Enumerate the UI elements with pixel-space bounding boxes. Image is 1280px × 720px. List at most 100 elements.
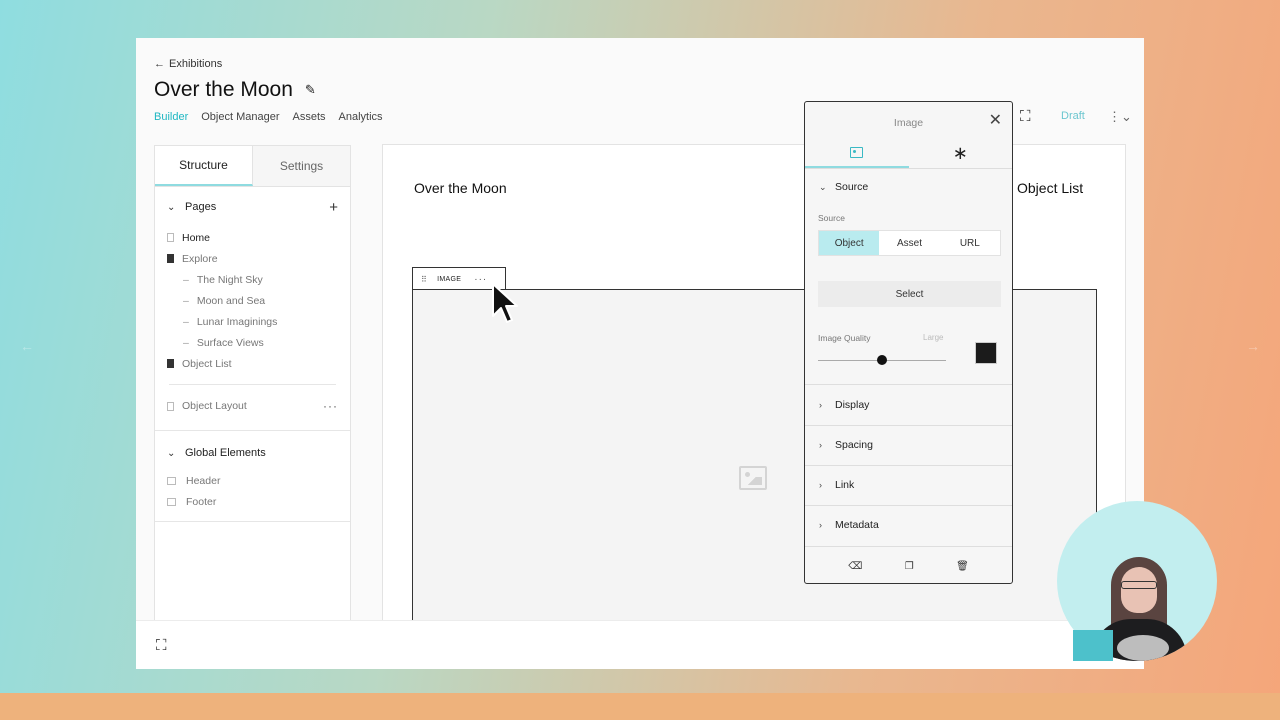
tab-structure[interactable]: Structure bbox=[155, 146, 253, 186]
source-section-header[interactable]: ⌄ Source bbox=[805, 181, 1012, 193]
status-badge[interactable]: Draft bbox=[1061, 110, 1085, 122]
global-label: Global Elements bbox=[185, 447, 266, 459]
header-template-icon bbox=[167, 476, 176, 485]
arrow-left-icon: ← bbox=[154, 58, 165, 70]
fullscreen-icon[interactable]: ⛶ bbox=[1020, 108, 1031, 125]
title-text: Over the Moon bbox=[154, 78, 293, 101]
tab-analytics[interactable]: Analytics bbox=[339, 111, 383, 123]
spacing-section-header[interactable]: › Spacing bbox=[805, 439, 1012, 451]
add-page-icon[interactable]: + bbox=[329, 199, 338, 216]
asterisk-icon: ∗ bbox=[952, 143, 968, 163]
global-item-header[interactable]: Header bbox=[155, 470, 350, 491]
top-tabs: Builder Object Manager Assets Analytics bbox=[154, 111, 383, 123]
chevron-down-icon: ⌄ bbox=[819, 181, 827, 192]
layout-icon bbox=[167, 401, 174, 411]
duplicate-icon[interactable]: ❐ bbox=[905, 561, 914, 572]
image-settings-panel: Image ✕ ∗ ⌄ Source Source Object Asset U… bbox=[804, 101, 1013, 584]
display-section-header[interactable]: › Display bbox=[805, 399, 1012, 411]
page-title: Over the Moon ✎ bbox=[154, 78, 316, 102]
page-label: Home bbox=[182, 231, 211, 244]
close-icon[interactable]: ✕ bbox=[989, 110, 1002, 130]
metadata-section-header[interactable]: › Metadata bbox=[805, 519, 1012, 531]
page-item-moon-and-sea[interactable]: – Moon and Sea bbox=[155, 290, 350, 311]
section-label: Metadata bbox=[835, 519, 879, 531]
panel-tabs: Structure Settings bbox=[155, 146, 350, 187]
chevron-right-icon: › bbox=[819, 520, 822, 530]
pencil-icon[interactable]: ✎ bbox=[305, 82, 316, 98]
back-link[interactable]: ← Exhibitions bbox=[154, 58, 222, 70]
divider bbox=[169, 384, 336, 385]
section-label: Source bbox=[835, 181, 869, 193]
canvas-nav-link[interactable]: Object List bbox=[1017, 180, 1083, 196]
global-elements-header[interactable]: ⌄ Global Elements bbox=[155, 443, 350, 463]
tab-assets[interactable]: Assets bbox=[293, 111, 326, 123]
chevron-right-icon: › bbox=[819, 400, 822, 410]
subpage-dash: – bbox=[183, 315, 189, 328]
decorative-tile bbox=[1073, 630, 1113, 661]
image-quality-label: Image Quality bbox=[818, 333, 871, 343]
pages-section-header[interactable]: ⌄ Pages + bbox=[155, 197, 350, 217]
trash-icon[interactable]: 🗑 bbox=[956, 561, 969, 572]
panel-actions: ⌫ ❐ 🗑 bbox=[805, 547, 1012, 585]
object-layout-item[interactable]: Object Layout ··· bbox=[155, 395, 350, 417]
page-icon bbox=[167, 233, 174, 242]
source-option-asset[interactable]: Asset bbox=[879, 231, 939, 255]
divider bbox=[805, 384, 1012, 385]
fullscreen-icon[interactable]: ⛶ bbox=[156, 637, 167, 654]
subpage-dash: – bbox=[183, 294, 189, 307]
layout-label: Object Layout bbox=[182, 400, 247, 412]
page-item-surface-views[interactable]: – Surface Views bbox=[155, 332, 350, 353]
panel-tabs: ∗ bbox=[805, 138, 1012, 169]
color-swatch[interactable] bbox=[975, 342, 997, 364]
source-selector: Object Asset URL bbox=[818, 230, 1001, 256]
eraser-icon[interactable]: ⌫ bbox=[848, 561, 862, 572]
page-label: Lunar Imaginings bbox=[196, 315, 278, 328]
tab-content[interactable] bbox=[805, 138, 909, 168]
divider bbox=[805, 505, 1012, 506]
prev-slide-icon: ← bbox=[20, 338, 34, 354]
source-option-object[interactable]: Object bbox=[819, 231, 880, 255]
page-item-object-list[interactable]: Object List bbox=[155, 353, 350, 374]
global-item-label: Header bbox=[186, 474, 221, 487]
page-item-lunar-imaginings[interactable]: – Lunar Imaginings bbox=[155, 311, 350, 332]
bottom-toolbar: ⛶ bbox=[136, 620, 1144, 669]
footer-template-icon bbox=[167, 497, 176, 506]
page-item-the-night-sky[interactable]: – The Night Sky bbox=[155, 269, 350, 290]
drag-handle-icon[interactable]: ⠿ bbox=[421, 275, 427, 284]
slider-handle[interactable] bbox=[877, 355, 887, 365]
page-label: The Night Sky bbox=[196, 273, 263, 286]
page-item-home[interactable]: Home bbox=[155, 227, 350, 248]
tab-style[interactable]: ∗ bbox=[909, 138, 1013, 168]
divider bbox=[155, 521, 350, 522]
subpage-dash: – bbox=[183, 273, 189, 286]
image-placeholder-icon bbox=[739, 466, 767, 490]
page-label: Object List bbox=[182, 357, 232, 370]
back-link-label: Exhibitions bbox=[169, 58, 223, 70]
divider bbox=[805, 465, 1012, 466]
select-button[interactable]: Select bbox=[818, 281, 1001, 307]
image-icon bbox=[850, 146, 864, 158]
microphone-icon bbox=[1117, 635, 1169, 661]
image-quality-value: Large bbox=[923, 333, 944, 342]
section-label: Link bbox=[835, 479, 855, 491]
page-item-explore[interactable]: Explore bbox=[155, 248, 350, 269]
background-band bbox=[0, 693, 1280, 720]
global-item-footer[interactable]: Footer bbox=[155, 491, 350, 512]
page-icon bbox=[167, 359, 174, 368]
link-section-header[interactable]: › Link bbox=[805, 479, 1012, 491]
tab-object-manager[interactable]: Object Manager bbox=[201, 111, 279, 123]
more-icon[interactable]: ··· bbox=[474, 274, 487, 285]
mouse-cursor-icon bbox=[492, 283, 518, 323]
block-type-label: IMAGE bbox=[437, 275, 462, 283]
canvas-page-title[interactable]: Over the Moon bbox=[414, 180, 507, 196]
page-icon bbox=[167, 254, 174, 263]
chevron-right-icon: › bbox=[819, 480, 822, 490]
more-options-icon[interactable]: ⋮⌄ bbox=[1108, 109, 1132, 125]
tab-builder[interactable]: Builder bbox=[154, 111, 188, 123]
pages-label: Pages bbox=[185, 201, 217, 213]
builder-canvas: Over the Moon Object List ⠿ IMAGE ··· bbox=[382, 144, 1126, 649]
source-field-label: Source bbox=[818, 213, 845, 223]
source-option-url[interactable]: URL bbox=[940, 231, 1000, 255]
tab-settings[interactable]: Settings bbox=[253, 146, 350, 186]
more-icon[interactable]: ··· bbox=[323, 399, 338, 413]
